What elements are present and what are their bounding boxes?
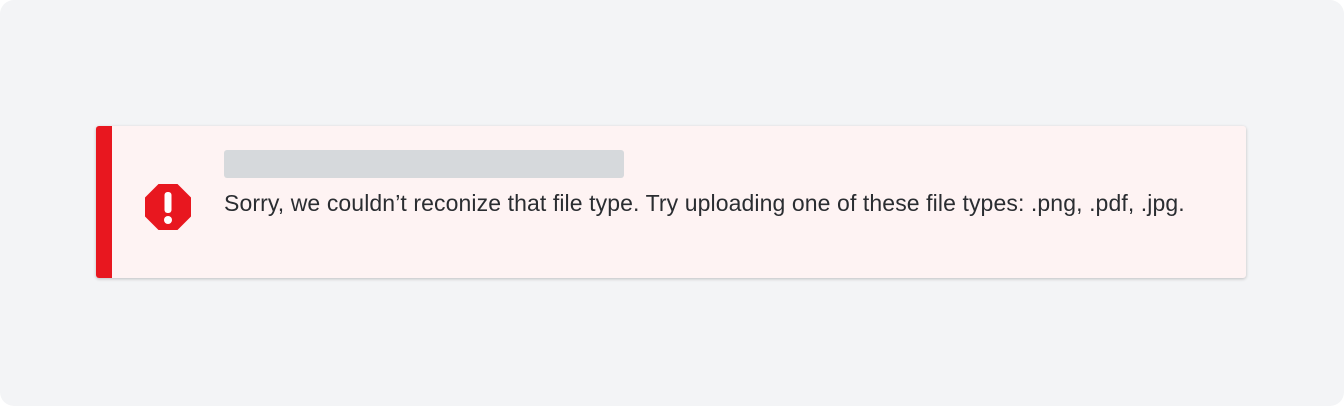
- error-alert: Sorry, we couldn’t reconize that file ty…: [96, 126, 1246, 278]
- alert-accent-bar: [96, 126, 112, 278]
- alert-title-placeholder: [224, 150, 624, 178]
- page-background: Sorry, we couldn’t reconize that file ty…: [0, 0, 1344, 406]
- error-octagon-icon: [143, 182, 193, 232]
- alert-message: Sorry, we couldn’t reconize that file ty…: [224, 190, 1185, 216]
